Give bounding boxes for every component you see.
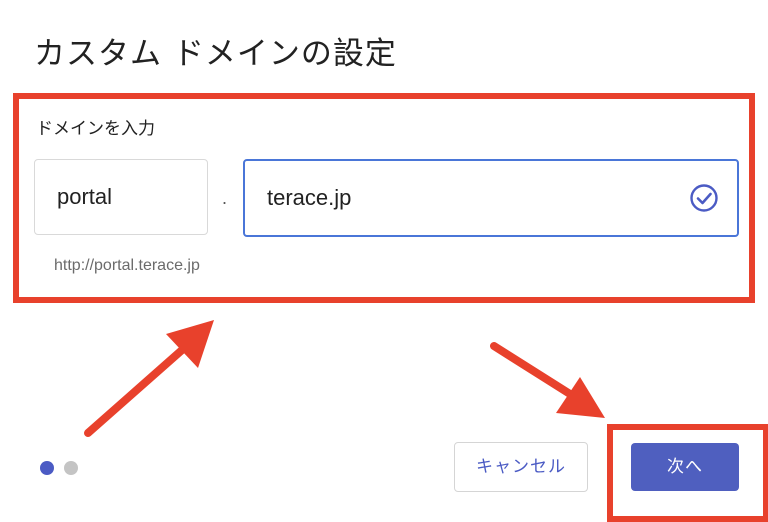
step-indicator-active [40, 461, 54, 475]
cancel-button[interactable]: キャンセル [454, 442, 588, 492]
check-circle-icon [690, 184, 718, 212]
subdomain-input[interactable]: portal [34, 159, 208, 235]
domain-input[interactable]: terace.jp [243, 159, 739, 237]
annotation-arrow-to-form [84, 320, 214, 437]
custom-domain-dialog: カスタム ドメインの設定 ドメインを入力 portal . terace.jp … [0, 0, 768, 522]
url-preview: http://portal.terace.jp [54, 257, 200, 274]
annotation-arrow-to-next [490, 342, 605, 418]
step-indicator-inactive [64, 461, 78, 475]
next-button[interactable]: 次へ [631, 443, 739, 491]
dialog-title: カスタム ドメインの設定 [34, 36, 397, 72]
domain-separator: . [222, 188, 228, 208]
domain-field-label: ドメインを入力 [36, 119, 155, 139]
